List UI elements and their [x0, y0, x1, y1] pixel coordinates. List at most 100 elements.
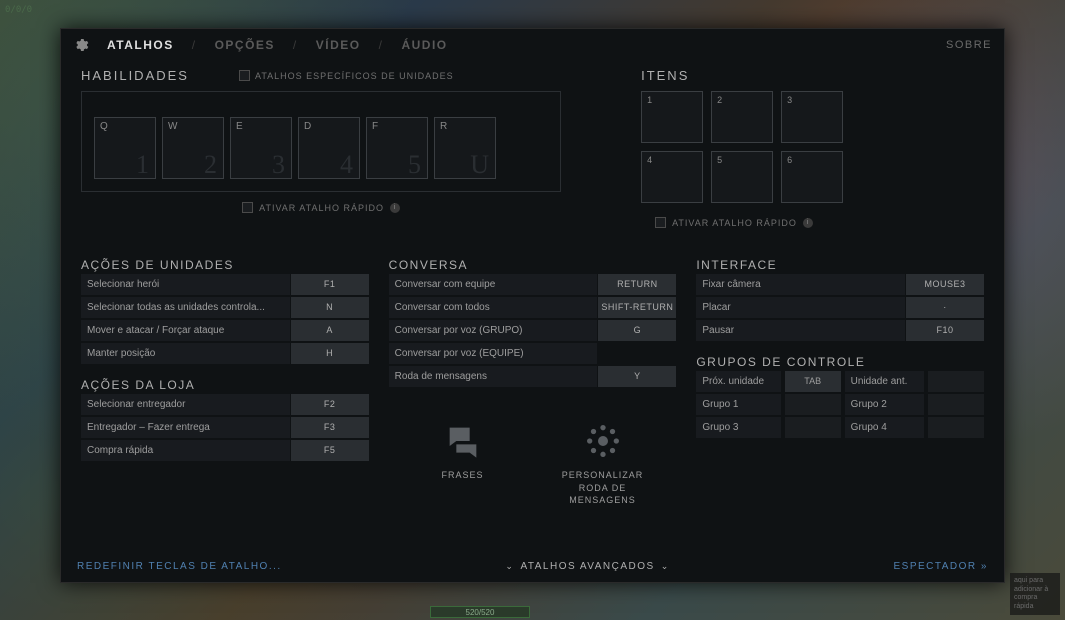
- bind-row[interactable]: Conversar com equipeRETURN: [389, 274, 677, 295]
- chat-section: CONVERSA Conversar com equipeRETURN Conv…: [389, 258, 677, 387]
- phrases-button[interactable]: FRASES: [413, 421, 513, 507]
- unit-specific-checkbox[interactable]: ATALHOS ESPECÍFICOS DE UNIDADES: [239, 70, 454, 81]
- unit-specific-label: ATALHOS ESPECÍFICOS DE UNIDADES: [255, 71, 454, 81]
- item-slot-5[interactable]: 5: [711, 151, 773, 203]
- chat-bubble-icon: [443, 421, 483, 461]
- items-title: ITENS: [641, 68, 689, 83]
- checkbox-icon: [242, 202, 253, 213]
- nav-divider: /: [379, 38, 384, 52]
- ctrl-label: Grupo 1: [696, 394, 780, 415]
- item-key: 1: [647, 95, 652, 105]
- hud-timer: 0/0/0: [5, 5, 32, 15]
- bind-row[interactable]: Selecionar entregadorF2: [81, 394, 369, 415]
- bind-key[interactable]: F3: [291, 417, 369, 438]
- item-key: 3: [787, 95, 792, 105]
- ability-slot-3[interactable]: E3: [230, 117, 292, 179]
- ability-slot-4[interactable]: D4: [298, 117, 360, 179]
- ability-num: 3: [272, 150, 285, 180]
- item-slot-4[interactable]: 4: [641, 151, 703, 203]
- hud-health-bar: 520/520: [430, 606, 530, 618]
- quickcast-abilities-checkbox[interactable]: ATIVAR ATALHO RÁPIDO i: [81, 202, 561, 213]
- ctrl-key[interactable]: [785, 394, 841, 415]
- bind-key[interactable]: F10: [906, 320, 984, 341]
- info-icon[interactable]: i: [390, 203, 400, 213]
- item-slot-6[interactable]: 6: [781, 151, 843, 203]
- chevron-down-icon: ⌄: [505, 561, 514, 572]
- quickcast-label: ATIVAR ATALHO RÁPIDO: [672, 218, 797, 228]
- footer: REDEFINIR TECLAS DE ATALHO... ⌄ ATALHOS …: [61, 551, 1004, 582]
- wheel-icon: [583, 421, 623, 461]
- ctrl-label: Grupo 3: [696, 417, 780, 438]
- ctrl-key[interactable]: TAB: [785, 371, 841, 392]
- ability-slot-1[interactable]: Q1: [94, 117, 156, 179]
- ctrl-key[interactable]: [928, 394, 984, 415]
- ability-key: F: [372, 121, 378, 132]
- bind-key[interactable]: H: [291, 343, 369, 364]
- item-key: 5: [717, 155, 722, 165]
- about-link[interactable]: SOBRE: [946, 39, 992, 51]
- info-icon[interactable]: i: [803, 218, 813, 228]
- ability-slot-2[interactable]: W2: [162, 117, 224, 179]
- bind-key[interactable]: F2: [291, 394, 369, 415]
- hud-hint: aqui para adicionar à compra rápida: [1010, 573, 1060, 615]
- item-slot-2[interactable]: 2: [711, 91, 773, 143]
- item-key: 6: [787, 155, 792, 165]
- ctrl-label: Grupo 2: [845, 394, 924, 415]
- bind-key[interactable]: A: [291, 320, 369, 341]
- chevron-down-icon: ⌄: [661, 561, 670, 572]
- tab-options[interactable]: OPÇÕES: [215, 38, 275, 52]
- advanced-label: ATALHOS AVANÇADOS: [520, 561, 654, 572]
- checkbox-icon: [239, 70, 250, 81]
- bind-key[interactable]: F5: [291, 440, 369, 461]
- bind-row[interactable]: Selecionar todas as unidades controla...…: [81, 297, 369, 318]
- bind-row[interactable]: Fixar câmeraMOUSE3: [696, 274, 984, 295]
- item-slot-1[interactable]: 1: [641, 91, 703, 143]
- bind-row[interactable]: Placar·: [696, 297, 984, 318]
- bind-label: Selecionar entregador: [81, 394, 291, 415]
- bind-key[interactable]: N: [291, 297, 369, 318]
- unit-actions-section: AÇÕES DE UNIDADES Selecionar heróiF1 Sel…: [81, 258, 369, 364]
- ctrl-label: Próx. unidade: [696, 371, 780, 392]
- ability-slot-5[interactable]: F5: [366, 117, 428, 179]
- bind-row[interactable]: Conversar por voz (EQUIPE): [389, 343, 677, 364]
- shop-actions-title: AÇÕES DA LOJA: [81, 378, 369, 392]
- bind-key[interactable]: MOUSE3: [906, 274, 984, 295]
- tab-video[interactable]: VÍDEO: [316, 38, 361, 52]
- item-slot-3[interactable]: 3: [781, 91, 843, 143]
- ctrl-key[interactable]: [785, 417, 841, 438]
- bind-key[interactable]: Y: [598, 366, 676, 387]
- ability-num: U: [470, 150, 489, 180]
- abilities-title: HABILIDADES: [81, 68, 189, 83]
- bind-key[interactable]: G: [598, 320, 676, 341]
- bind-row[interactable]: Conversar por voz (GRUPO)G: [389, 320, 677, 341]
- tab-audio[interactable]: ÁUDIO: [401, 38, 447, 52]
- ability-slot-6[interactable]: RU: [434, 117, 496, 179]
- ability-key: D: [304, 121, 311, 132]
- bind-key[interactable]: ·: [906, 297, 984, 318]
- bind-label: Conversar por voz (EQUIPE): [389, 343, 599, 364]
- bind-row[interactable]: Conversar com todosSHIFT-RETURN: [389, 297, 677, 318]
- phrases-label: FRASES: [441, 469, 483, 482]
- bind-row[interactable]: Roda de mensagensY: [389, 366, 677, 387]
- bind-row[interactable]: Entregador – Fazer entregaF3: [81, 417, 369, 438]
- advanced-hotkeys-button[interactable]: ⌄ ATALHOS AVANÇADOS ⌄: [505, 561, 669, 572]
- bind-label: Roda de mensagens: [389, 366, 599, 387]
- ctrl-key[interactable]: [928, 371, 984, 392]
- bind-row[interactable]: Selecionar heróiF1: [81, 274, 369, 295]
- checkbox-icon: [655, 217, 666, 228]
- bind-row[interactable]: Mover e atacar / Forçar ataqueA: [81, 320, 369, 341]
- bind-key[interactable]: SHIFT-RETURN: [598, 297, 676, 318]
- reset-hotkeys-button[interactable]: REDEFINIR TECLAS DE ATALHO...: [77, 561, 282, 572]
- ctrl-key[interactable]: [928, 417, 984, 438]
- tab-hotkeys[interactable]: ATALHOS: [107, 38, 174, 52]
- ability-num: 2: [204, 150, 217, 180]
- spectator-button[interactable]: ESPECTADOR »: [893, 561, 988, 572]
- bind-row[interactable]: Manter posiçãoH: [81, 343, 369, 364]
- bind-row[interactable]: Compra rápidaF5: [81, 440, 369, 461]
- quickcast-items-checkbox[interactable]: ATIVAR ATALHO RÁPIDO i: [655, 217, 984, 228]
- bind-row[interactable]: PausarF10: [696, 320, 984, 341]
- bind-key[interactable]: F1: [291, 274, 369, 295]
- bind-key[interactable]: RETURN: [598, 274, 676, 295]
- customize-wheel-button[interactable]: PERSONALIZAR RODA DE MENSAGENS: [553, 421, 653, 507]
- ability-num: 1: [136, 150, 149, 180]
